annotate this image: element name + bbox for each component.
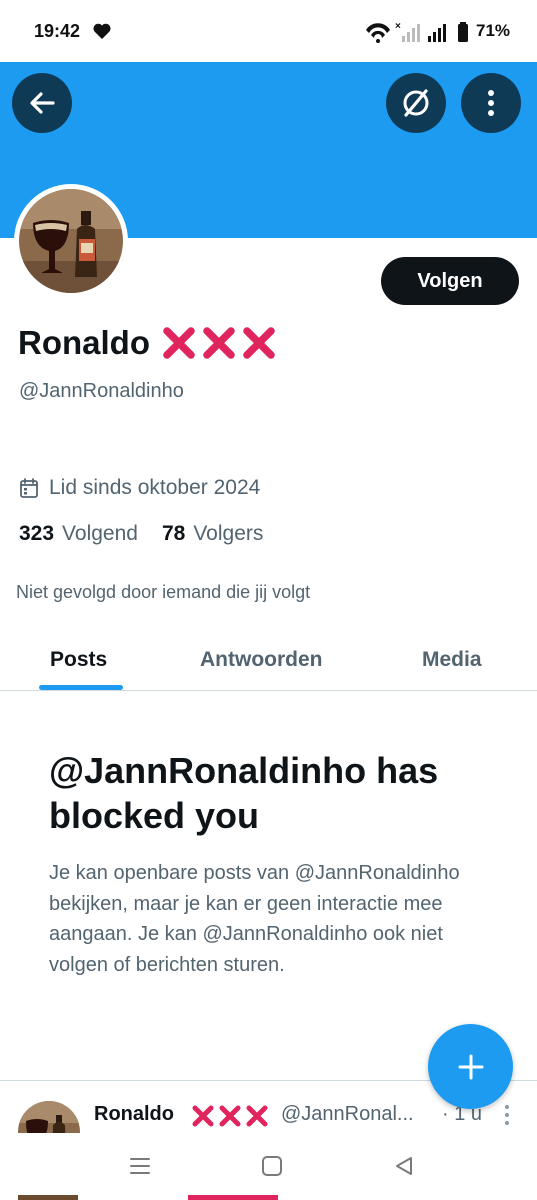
plus-icon <box>458 1054 483 1079</box>
profile-tabs: Posts Antwoorden Media <box>0 630 537 690</box>
cross-mark-icon <box>219 1105 241 1127</box>
home-icon[interactable] <box>262 1156 282 1176</box>
next-post-peek <box>18 1195 78 1200</box>
followers-link[interactable]: 78 Volgers <box>162 522 263 546</box>
more-vertical-icon <box>488 90 494 116</box>
cross-mark-icon <box>243 327 275 359</box>
cross-mark-icon <box>163 327 195 359</box>
post-more-icon[interactable] <box>503 1104 511 1126</box>
tabs-divider <box>0 690 537 691</box>
follow-counts: 323 Volgend 78 Volgers <box>19 520 263 548</box>
next-post-peek-emoji <box>188 1195 278 1200</box>
recent-apps-icon[interactable] <box>129 1156 151 1176</box>
following-count: 323 <box>19 522 55 545</box>
arrow-left-icon <box>30 92 55 114</box>
tab-replies[interactable]: Antwoorden <box>200 630 322 690</box>
following-link[interactable]: 323 Volgend <box>19 522 138 546</box>
avatar-image <box>19 189 123 293</box>
post-name-emoji <box>190 1103 270 1129</box>
not-followed-note: Niet gevolgd door iemand die jij volgt <box>16 582 311 602</box>
more-options-button[interactable] <box>461 73 521 133</box>
battery-percent: 71% <box>476 21 511 40</box>
post-author-name: Ronaldo <box>94 1103 174 1125</box>
following-label: Volgend <box>62 522 138 545</box>
calendar-icon <box>20 478 38 498</box>
joined-text: Lid sinds oktober 2024 <box>49 476 261 499</box>
signal-muted-icon: × <box>395 21 420 42</box>
followers-label: Volgers <box>193 522 264 545</box>
follow-button[interactable]: Volgen <box>381 257 519 305</box>
status-bar: 19:42 × 71% <box>0 0 537 62</box>
cross-mark-icon <box>246 1105 268 1127</box>
battery-icon <box>458 22 468 42</box>
post-author-handle: @JannRonal... <box>281 1103 414 1125</box>
cross-mark-icon <box>203 327 235 359</box>
wifi-icon <box>366 23 390 43</box>
signal-icon <box>428 24 446 42</box>
cross-mark-icon <box>192 1105 214 1127</box>
blocked-title: @JannRonaldinho has blocked you <box>49 750 439 836</box>
status-time: 19:42 <box>34 21 81 41</box>
display-name: Ronaldo <box>18 324 150 361</box>
back-button[interactable] <box>12 73 72 133</box>
compose-button[interactable] <box>428 1024 513 1109</box>
tab-media[interactable]: Media <box>422 630 482 690</box>
profile-handle: @JannRonaldinho <box>19 380 184 402</box>
name-emoji <box>160 324 278 362</box>
nav-back-icon[interactable] <box>393 1155 415 1177</box>
tab-posts[interactable]: Posts <box>50 630 107 690</box>
status-icons: × <box>366 21 468 43</box>
followers-count: 78 <box>161 522 186 545</box>
profile-avatar[interactable] <box>14 184 128 298</box>
heart-icon <box>93 23 111 39</box>
blocked-description: Je kan openbare posts van @JannRonaldinh… <box>49 862 460 976</box>
profile-name-row: Ronaldo <box>18 322 278 364</box>
post-avatar <box>18 1101 80 1133</box>
grok-icon <box>403 89 429 117</box>
svg-text:×: × <box>395 21 401 32</box>
grok-button[interactable] <box>386 73 446 133</box>
joined-date: Lid sinds oktober 2024 <box>19 474 260 502</box>
